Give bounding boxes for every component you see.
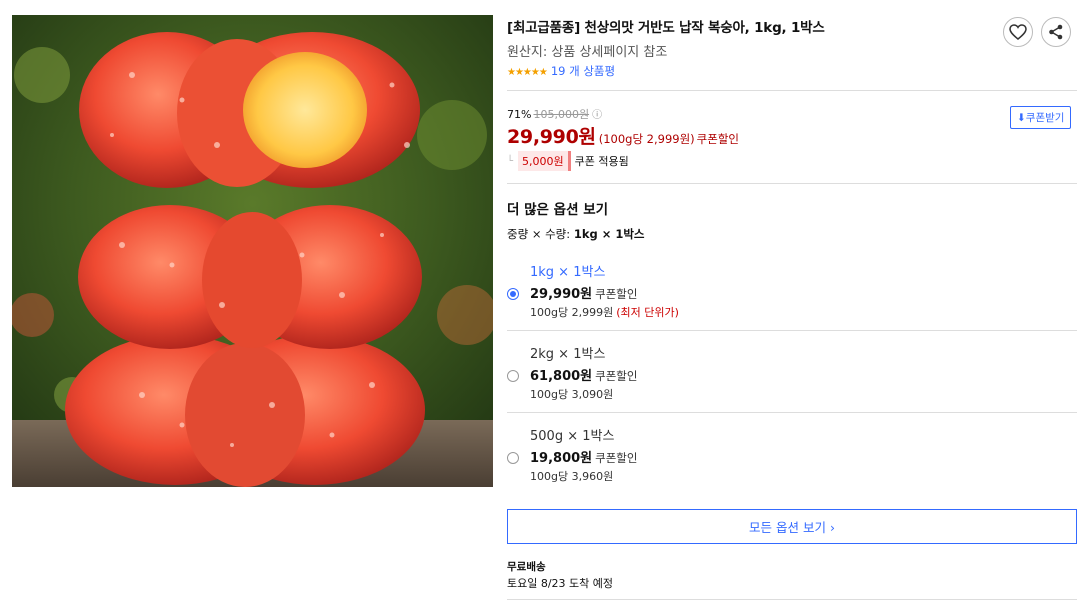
unit-price: (100g당 2,999원) (598, 132, 695, 146)
option-summary-value: 1kg × 1박스 (573, 227, 645, 241)
flat-peach-photo (12, 15, 493, 487)
product-origin: 원산지: 상품 상세페이지 참조 (507, 45, 668, 60)
divider (507, 330, 1077, 331)
option-coupon: 쿠폰할인 (595, 451, 638, 465)
lowest-unit-badge: (최저 단위가) (616, 306, 679, 319)
option-summary-label: 중량 × 수량: (507, 227, 571, 241)
discount-row: 71% 105,000원 ⓘ (507, 106, 602, 122)
product-rating[interactable]: ★★★★★ 19 개 상품평 (507, 63, 615, 79)
all-options-button[interactable]: 모든 옵션 보기 › (507, 509, 1077, 544)
option-name: 2kg × 1박스 (530, 347, 606, 362)
option-price-line: 29,990원 쿠폰할인 (530, 283, 637, 302)
product-title: [최고급품종] 천상의맛 거반도 납작 복숭아, 1kg, 1박스 (507, 20, 825, 36)
option-unit-line: 100g당 2,999원 (최저 단위가) (530, 304, 679, 320)
info-icon[interactable]: ⓘ (592, 110, 602, 121)
product-image[interactable] (12, 15, 493, 487)
option-summary: 중량 × 수량: 1kg × 1박스 (507, 226, 645, 242)
divider (507, 90, 1077, 91)
option-radio[interactable] (507, 370, 519, 382)
option-name: 500g × 1박스 (530, 429, 615, 444)
arrival-date: 토요일 8/23 도착 예정 (507, 577, 614, 590)
heart-icon (1009, 24, 1027, 40)
coupon-applied-label: 쿠폰 적용됨 (574, 155, 629, 168)
option-unit-line: 100g당 3,960원 (530, 468, 613, 484)
option-price: 61,800원 (530, 369, 593, 384)
sale-price-row: 29,990원 (100g당 2,999원) 쿠폰할인 (507, 122, 739, 149)
download-coupon-button[interactable]: ⬇쿠폰받기 (1010, 106, 1072, 129)
coupon-applied-row: └ 5,000원 쿠폰 적용됨 (507, 151, 629, 171)
option-unit-price: 100g당 3,960원 (530, 470, 614, 483)
wishlist-button[interactable] (1003, 17, 1033, 47)
option-unit-price: 100g당 3,090원 (530, 388, 614, 401)
option-coupon: 쿠폰할인 (595, 369, 638, 383)
option-price: 19,800원 (530, 451, 593, 466)
more-options-title: 더 많은 옵션 보기 (507, 202, 609, 218)
divider (507, 412, 1077, 413)
indent-marker: └ (507, 155, 514, 167)
option-item[interactable]: 2kg × 1박스 61,800원 쿠폰할인 100g당 3,090원 (507, 343, 1077, 423)
option-price-line: 61,800원 쿠폰할인 (530, 365, 637, 384)
option-radio[interactable] (507, 452, 519, 464)
sale-price: 29,990원 (507, 126, 596, 148)
option-name: 1kg × 1박스 (530, 265, 606, 280)
option-item[interactable]: 1kg × 1박스 29,990원 쿠폰할인 100g당 2,999원 (최저 단위… (507, 261, 1077, 341)
option-price-line: 19,800원 쿠폰할인 (530, 447, 637, 466)
share-icon (1049, 24, 1063, 40)
rating-stars: ★★★★★ (507, 67, 548, 78)
option-item[interactable]: 500g × 1박스 19,800원 쿠폰할인 100g당 3,960원 (507, 425, 1077, 505)
option-price: 29,990원 (530, 287, 593, 302)
option-unit-price: 100g당 2,999원 (530, 306, 614, 319)
coupon-amount-badge: 5,000원 (518, 151, 571, 171)
product-info-panel: [최고급품종] 천상의맛 거반도 납작 복숭아, 1kg, 1박스 원산지: 상… (507, 0, 1077, 602)
free-shipping-label: 무료배송 (507, 561, 546, 573)
share-button[interactable] (1041, 17, 1071, 47)
original-price: 105,000원 (533, 108, 590, 121)
coupon-discount-label: 쿠폰할인 (696, 132, 739, 146)
option-unit-line: 100g당 3,090원 (530, 386, 613, 402)
discount-rate: 71% (507, 108, 532, 121)
review-count-link[interactable]: 19 개 상품평 (551, 64, 615, 78)
divider (507, 599, 1077, 600)
option-radio[interactable] (507, 288, 519, 300)
option-coupon: 쿠폰할인 (595, 287, 638, 301)
divider (507, 183, 1077, 184)
